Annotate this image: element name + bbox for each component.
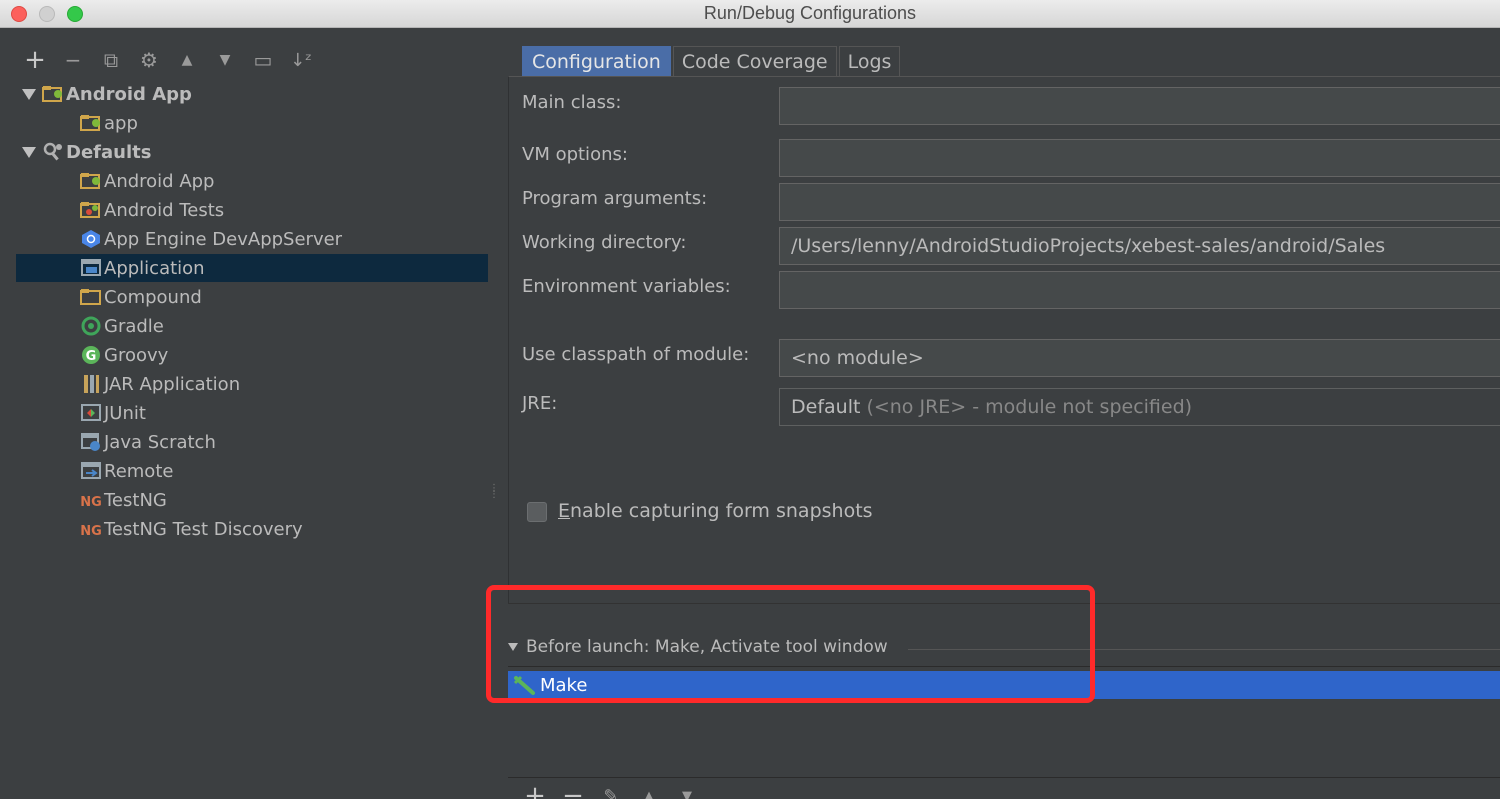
tree-item-label: Android Tests bbox=[104, 199, 225, 221]
tree-item-label: app bbox=[104, 112, 138, 134]
tree-item-compound[interactable]: Compound bbox=[16, 283, 488, 311]
working-directory-field[interactable]: /Users/lenny/AndroidStudioProjects/xebes… bbox=[779, 227, 1500, 265]
tree-item-label: TestNG Test Discovery bbox=[104, 518, 303, 540]
testng-icon: NG bbox=[80, 519, 102, 539]
tree-item-label: Gradle bbox=[104, 315, 164, 337]
compound-folder-icon bbox=[80, 287, 102, 307]
svg-text:NG: NG bbox=[80, 524, 102, 539]
edit-task-button[interactable]: ✎ bbox=[592, 782, 630, 799]
capture-snapshots-text: nable capturing form snapshots bbox=[570, 500, 873, 522]
move-task-down-button[interactable]: ▼ bbox=[668, 782, 706, 799]
tree-item-label: Android App bbox=[104, 170, 215, 192]
tree-item-label: JUnit bbox=[104, 402, 146, 424]
expand-arrow-icon[interactable] bbox=[16, 88, 42, 100]
program-arguments-label: Program arguments: bbox=[522, 188, 708, 209]
main-class-field[interactable] bbox=[779, 87, 1500, 125]
java-scratch-icon bbox=[80, 432, 102, 452]
svg-text:G: G bbox=[86, 349, 97, 364]
gradle-icon bbox=[80, 316, 102, 336]
folder-button[interactable]: ▭ bbox=[244, 46, 282, 74]
configurations-panel: + − ⧉ ⚙ ▲ ▼ ▭ ↓ᶻ Android App app Default… bbox=[0, 28, 490, 799]
move-up-button[interactable]: ▲ bbox=[168, 46, 206, 74]
environment-variables-label: Environment variables: bbox=[522, 276, 731, 297]
remove-task-button[interactable]: − bbox=[554, 781, 592, 799]
application-icon bbox=[80, 258, 102, 278]
tree-item-label: JAR Application bbox=[104, 373, 241, 395]
highlight-annotation-box bbox=[486, 585, 1095, 703]
jar-icon bbox=[80, 374, 102, 394]
tree-item-testng-discovery[interactable]: NG TestNG Test Discovery bbox=[16, 515, 488, 543]
vm-options-field[interactable] bbox=[779, 139, 1500, 177]
android-app-icon bbox=[80, 113, 102, 133]
mnemonic-letter: E bbox=[558, 500, 571, 522]
copy-configuration-button[interactable]: ⧉ bbox=[92, 46, 130, 74]
jre-label: JRE: bbox=[522, 393, 558, 414]
android-app-icon bbox=[80, 171, 102, 191]
edit-defaults-button[interactable]: ⚙ bbox=[130, 46, 168, 74]
tree-group-label: Android App bbox=[66, 83, 192, 105]
sort-button[interactable]: ↓ᶻ bbox=[282, 46, 320, 74]
capture-snapshots-checkbox[interactable] bbox=[527, 502, 547, 522]
jre-hint: (<no JRE> - module not specified) bbox=[866, 396, 1193, 418]
tree-group-defaults[interactable]: Defaults bbox=[16, 138, 488, 166]
tree-item-label: App Engine DevAppServer bbox=[104, 228, 343, 250]
configurations-toolbar: + − ⧉ ⚙ ▲ ▼ ▭ ↓ᶻ bbox=[16, 45, 320, 75]
classpath-module-label: Use classpath of module: bbox=[522, 344, 750, 365]
tree-item-groovy[interactable]: G Groovy bbox=[16, 341, 488, 369]
working-directory-label: Working directory: bbox=[522, 232, 687, 253]
remote-icon bbox=[80, 461, 102, 481]
tree-item-junit[interactable]: JUnit bbox=[16, 399, 488, 427]
tree-item-label: Remote bbox=[104, 460, 174, 482]
jre-value: Default bbox=[791, 396, 861, 418]
program-arguments-field[interactable] bbox=[779, 183, 1500, 221]
tree-item-android-app[interactable]: Android App bbox=[16, 167, 488, 195]
tree-item-label: Groovy bbox=[104, 344, 169, 366]
remove-configuration-button[interactable]: − bbox=[54, 46, 92, 74]
tree-item-application[interactable]: Application bbox=[16, 254, 488, 282]
tree-item-android-tests[interactable]: Android Tests bbox=[16, 196, 488, 224]
move-down-button[interactable]: ▼ bbox=[206, 46, 244, 74]
add-task-button[interactable]: + bbox=[516, 781, 554, 799]
move-task-up-button[interactable]: ▲ bbox=[630, 782, 668, 799]
junit-icon bbox=[80, 403, 102, 423]
wrench-gear-icon bbox=[42, 142, 64, 162]
android-app-folder-icon bbox=[42, 84, 64, 104]
add-configuration-button[interactable]: + bbox=[16, 45, 54, 75]
tree-item-label: Compound bbox=[104, 286, 202, 308]
main-class-label: Main class: bbox=[522, 92, 622, 113]
tree-item-gradle[interactable]: Gradle bbox=[16, 312, 488, 340]
vm-options-label: VM options: bbox=[522, 144, 628, 165]
tab-logs[interactable]: Logs bbox=[838, 46, 901, 76]
tree-item-remote[interactable]: Remote bbox=[16, 457, 488, 485]
tree-item-app-engine[interactable]: App Engine DevAppServer bbox=[16, 225, 488, 253]
expand-arrow-icon[interactable] bbox=[16, 146, 42, 158]
svg-text:NG: NG bbox=[80, 495, 102, 510]
configuration-form: Main class: VM options: Program argument… bbox=[508, 76, 1500, 603]
android-tests-icon bbox=[80, 200, 102, 220]
tab-code-coverage[interactable]: Code Coverage bbox=[672, 46, 837, 76]
tree-group-android-app[interactable]: Android App bbox=[16, 80, 488, 108]
classpath-module-select[interactable]: <no module> bbox=[779, 339, 1500, 377]
tree-item-label: TestNG bbox=[104, 489, 167, 511]
tree-item-jar-application[interactable]: JAR Application bbox=[16, 370, 488, 398]
tree-item-java-scratch[interactable]: Java Scratch bbox=[16, 428, 488, 456]
app-engine-icon bbox=[80, 229, 102, 249]
groovy-icon: G bbox=[80, 345, 102, 365]
tree-group-label: Defaults bbox=[66, 141, 152, 163]
tree-item-testng[interactable]: NG TestNG bbox=[16, 486, 488, 514]
tree-item-app[interactable]: app bbox=[16, 109, 488, 137]
capture-snapshots-label[interactable]: Enable capturing form snapshots bbox=[558, 500, 873, 522]
environment-variables-field[interactable] bbox=[779, 271, 1500, 309]
jre-select[interactable]: Default (<no JRE> - module not specified… bbox=[779, 388, 1500, 426]
window-title: Run/Debug Configurations bbox=[703, 3, 917, 23]
before-launch-toolbar: + − ✎ ▲ ▼ bbox=[516, 781, 706, 799]
testng-icon: NG bbox=[80, 490, 102, 510]
title-bar: Run/Debug Configurations bbox=[0, 0, 1500, 28]
tree-item-label: Java Scratch bbox=[104, 431, 216, 453]
panel-splitter-handle[interactable]: ⋮ ⋮ bbox=[489, 484, 499, 510]
tab-configuration[interactable]: Configuration bbox=[522, 46, 671, 76]
tree-item-label: Application bbox=[104, 257, 205, 279]
editor-tabs: Configuration Code Coverage Logs bbox=[522, 46, 902, 76]
